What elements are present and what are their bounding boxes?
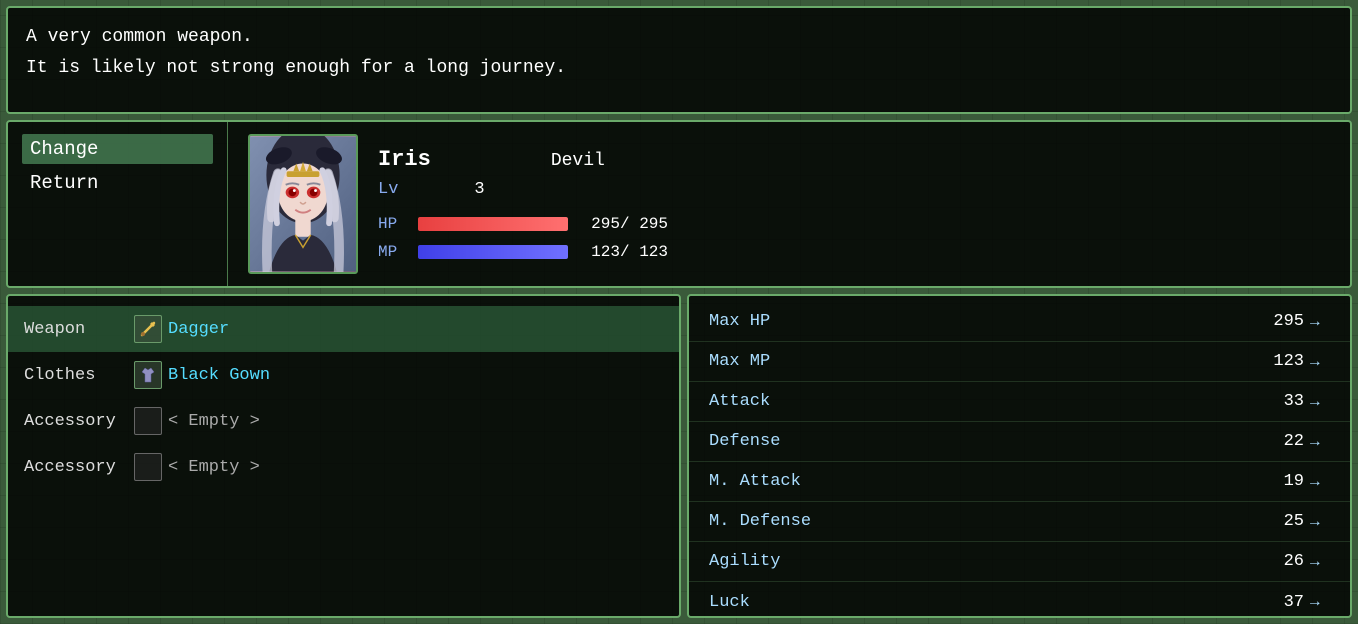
stat-arrow-2: → (1310, 393, 1330, 411)
equip-row-3[interactable]: Accessory < Empty > (8, 444, 679, 490)
equip-slot-label-0: Weapon (24, 320, 134, 339)
hp-value: 295/ 295 (578, 215, 668, 233)
equip-icon-1 (134, 361, 162, 389)
stat-value-6: 26 (1254, 552, 1304, 571)
menu-option-change[interactable]: Change (22, 134, 213, 164)
bottom-panels: Weapon Dagger Clothes Black Gown Accessory < … (6, 294, 1352, 618)
mp-value: 123/ 123 (578, 243, 668, 261)
character-portrait (248, 134, 358, 274)
equip-icon-3 (134, 453, 162, 481)
stat-name-5: M. Defense (709, 512, 1254, 531)
character-stats-block: Iris Devil Lv 3 HP 295/ 295 MP (378, 147, 668, 261)
stat-value-1: 123 (1254, 352, 1304, 371)
character-info: Iris Devil Lv 3 HP 295/ 295 MP (228, 122, 1350, 286)
menu-option-return[interactable]: Return (22, 168, 213, 198)
stat-name-4: M. Attack (709, 472, 1254, 491)
stat-row-2: Attack33 → (689, 382, 1350, 422)
stat-value-5: 25 (1254, 512, 1304, 531)
stat-row-5: M. Defense25 → (689, 502, 1350, 542)
stat-name-0: Max HP (709, 312, 1254, 331)
equip-row-1[interactable]: Clothes Black Gown (8, 352, 679, 398)
stat-arrow-6: → (1310, 553, 1330, 571)
stat-row-4: M. Attack19 → (689, 462, 1350, 502)
stats-panel: Max HP295→Max MP123→Attack33→Defense22→M… (687, 294, 1352, 618)
equip-icon-2 (134, 407, 162, 435)
equip-name-3: < Empty > (168, 458, 663, 477)
stat-name-6: Agility (709, 552, 1254, 571)
stat-value-3: 22 (1254, 432, 1304, 451)
mp-bar-bg (418, 245, 568, 259)
stat-arrow-0: → (1310, 313, 1330, 331)
equip-row-0[interactable]: Weapon Dagger (8, 306, 679, 352)
stat-row-6: Agility26 → (689, 542, 1350, 582)
char-name: Iris (378, 147, 431, 172)
equip-slot-label-1: Clothes (24, 366, 134, 385)
stat-value-0: 295 (1254, 312, 1304, 331)
stat-name-3: Defense (709, 432, 1254, 451)
hp-label: HP (378, 215, 408, 233)
equip-slot-label-3: Accessory (24, 458, 134, 477)
equip-slot-label-2: Accessory (24, 412, 134, 431)
stat-arrow-1: → (1310, 353, 1330, 371)
equip-name-2: < Empty > (168, 412, 663, 431)
level-label: Lv (378, 180, 398, 199)
stat-row-0: Max HP295 → (689, 302, 1350, 342)
description-text: A very common weapon. It is likely not s… (26, 22, 1332, 83)
equip-name-1: Black Gown (168, 366, 663, 385)
stat-arrow-3: → (1310, 433, 1330, 451)
equip-name-0: Dagger (168, 320, 663, 339)
description-box: A very common weapon. It is likely not s… (6, 6, 1352, 114)
stat-arrow-7: → (1310, 593, 1330, 611)
char-class: Devil (551, 151, 605, 171)
stat-arrow-5: → (1310, 513, 1330, 531)
stat-name-1: Max MP (709, 352, 1254, 371)
menu-options: Change Return (8, 122, 228, 286)
stat-row-7: Luck37 → (689, 582, 1350, 622)
level-value: 3 (474, 180, 484, 199)
equipment-panel: Weapon Dagger Clothes Black Gown Accessory < … (6, 294, 681, 618)
stat-value-4: 19 (1254, 472, 1304, 491)
stat-name-2: Attack (709, 392, 1254, 411)
hp-bar-bg (418, 217, 568, 231)
stat-row-3: Defense22 → (689, 422, 1350, 462)
stat-arrow-4: → (1310, 473, 1330, 491)
character-panel: Change Return (6, 120, 1352, 288)
mp-label: MP (378, 243, 408, 261)
stat-value-2: 33 (1254, 392, 1304, 411)
hp-bar-fill (418, 217, 568, 231)
stat-name-7: Luck (709, 593, 1254, 612)
mp-bar-fill (418, 245, 568, 259)
stat-row-1: Max MP123 → (689, 342, 1350, 382)
stat-value-7: 37 (1254, 593, 1304, 612)
equip-icon-0 (134, 315, 162, 343)
equip-row-2[interactable]: Accessory < Empty > (8, 398, 679, 444)
